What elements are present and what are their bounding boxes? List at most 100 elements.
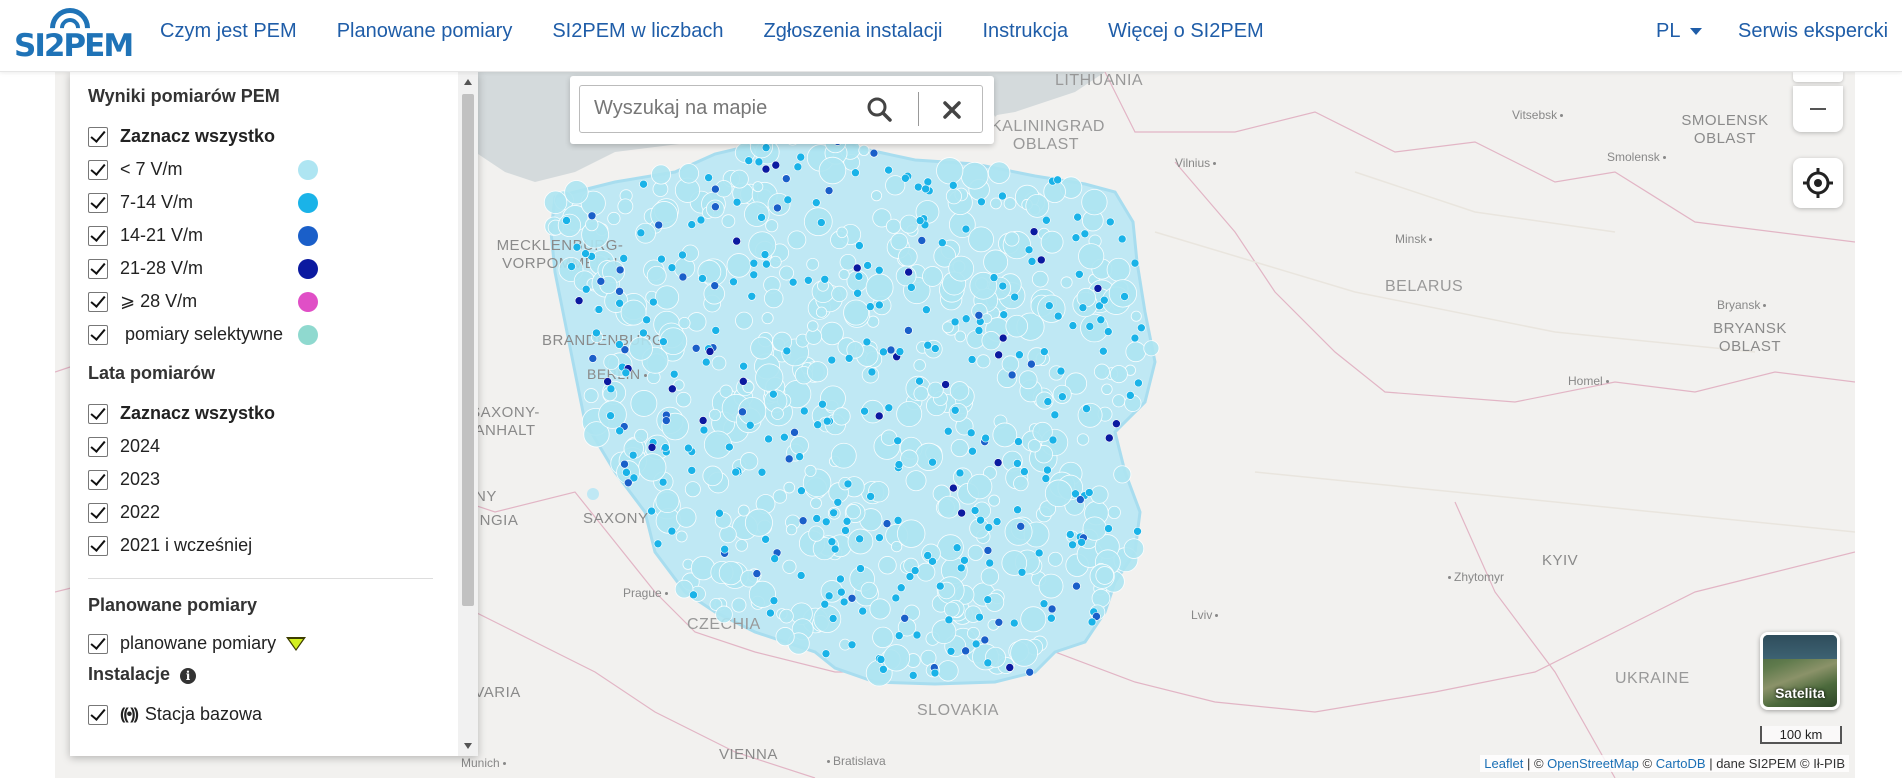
measurement-marker-low[interactable] xyxy=(1091,588,1111,608)
menu-item-wiecej-o-si2pem[interactable]: Więcej o SI2PEM xyxy=(1108,20,1264,43)
measurement-marker-low[interactable] xyxy=(1076,287,1096,308)
measurement-marker-7-14[interactable] xyxy=(1105,217,1115,227)
measurement-marker-low[interactable] xyxy=(684,481,701,498)
measurement-marker-7-14[interactable] xyxy=(915,376,924,386)
measurement-marker-7-14[interactable] xyxy=(1085,322,1095,331)
measurement-marker-7-14[interactable] xyxy=(760,250,770,259)
measurement-marker-low[interactable] xyxy=(1130,310,1142,322)
measurement-marker-7-14[interactable] xyxy=(854,272,864,281)
measurement-marker-7-14[interactable] xyxy=(793,162,803,172)
measurement-marker-7-14[interactable] xyxy=(770,554,779,563)
measurement-marker-7-14[interactable] xyxy=(1041,474,1051,483)
measurement-marker-low[interactable] xyxy=(603,354,620,371)
measurement-marker-7-14[interactable] xyxy=(914,182,923,192)
measurement-marker-7-14[interactable] xyxy=(879,347,888,357)
scroll-thumb[interactable] xyxy=(462,94,474,606)
measurement-marker-7-14[interactable] xyxy=(981,433,990,443)
sidebar-scrollbar[interactable] xyxy=(458,72,478,756)
measurement-marker-low[interactable] xyxy=(678,316,691,330)
measurement-marker-7-14[interactable] xyxy=(592,328,601,338)
checkbox-checked-icon[interactable] xyxy=(88,704,108,725)
measurement-marker-7-14[interactable] xyxy=(581,249,590,258)
measurement-marker-low[interactable] xyxy=(1005,314,1029,338)
measurement-marker-14-21[interactable] xyxy=(1025,667,1035,677)
measurement-marker-7-14[interactable] xyxy=(606,384,616,394)
measurement-marker-low[interactable] xyxy=(980,567,999,586)
measurement-marker-7-14[interactable] xyxy=(636,228,646,238)
measurement-marker-7-14[interactable] xyxy=(1014,437,1023,446)
measurement-marker-low[interactable] xyxy=(1143,340,1160,357)
measurement-marker-low[interactable] xyxy=(966,473,993,500)
measurement-marker-7-14[interactable] xyxy=(827,355,837,365)
measurement-marker-14-21[interactable] xyxy=(1016,522,1026,531)
measurement-marker-low[interactable] xyxy=(708,408,722,421)
measurement-marker-7-14[interactable] xyxy=(921,184,930,194)
measurement-marker-low[interactable] xyxy=(1090,485,1109,504)
measurement-marker-7-14[interactable] xyxy=(796,152,806,162)
measurement-marker-low[interactable] xyxy=(954,330,967,343)
measurement-marker-7-14[interactable] xyxy=(1104,524,1113,533)
measurement-marker-14-21[interactable] xyxy=(654,220,663,230)
measurement-marker-7-14[interactable] xyxy=(766,608,775,618)
measurement-marker-low[interactable] xyxy=(807,320,819,332)
measurement-marker-7-14[interactable] xyxy=(647,506,656,516)
measurement-marker-low[interactable] xyxy=(718,560,744,586)
scroll-up-arrow-icon[interactable] xyxy=(464,79,472,85)
checkbox-checked-icon[interactable] xyxy=(88,225,108,246)
measurement-marker-low[interactable] xyxy=(1010,638,1039,667)
measurement-marker-7-14[interactable] xyxy=(968,446,977,456)
measurement-marker-7-14[interactable] xyxy=(999,310,1009,319)
measurement-marker-7-14[interactable] xyxy=(619,254,629,263)
measurement-marker-7-14[interactable] xyxy=(866,492,875,501)
measurement-marker-21-28[interactable] xyxy=(874,411,884,421)
measurement-marker-7-14[interactable] xyxy=(966,428,976,438)
measurement-marker-7-14[interactable] xyxy=(1017,567,1027,577)
measurement-marker-low[interactable] xyxy=(730,169,749,189)
measurement-marker-21-28[interactable] xyxy=(949,483,958,493)
osm-link[interactable]: OpenStreetMap xyxy=(1547,756,1639,771)
measurement-marker-7-14[interactable] xyxy=(1020,467,1029,476)
measurement-marker-low[interactable] xyxy=(987,161,1011,184)
measurement-marker-low[interactable] xyxy=(945,188,962,205)
measurement-marker-low[interactable] xyxy=(916,562,936,582)
menu-item-planowane-pomiary[interactable]: Planowane pomiary xyxy=(337,20,513,43)
measurement-marker-7-14[interactable] xyxy=(855,241,864,250)
measurement-marker-low[interactable] xyxy=(1109,365,1128,384)
measurement-marker-low[interactable] xyxy=(772,489,788,504)
measurement-marker-21-28[interactable] xyxy=(1093,284,1103,293)
measurement-marker-low[interactable] xyxy=(755,363,784,392)
measurement-marker-7-14[interactable] xyxy=(1137,323,1146,333)
measurement-marker-low[interactable] xyxy=(715,605,733,624)
measurement-marker-low[interactable] xyxy=(810,497,822,510)
measurement-marker-7-14[interactable] xyxy=(739,361,748,371)
measurement-marker-low[interactable] xyxy=(617,198,634,215)
measurement-marker-7-14[interactable] xyxy=(1053,175,1062,185)
measurement-marker-7-14[interactable] xyxy=(689,590,698,600)
measurement-marker-7-14[interactable] xyxy=(866,302,875,311)
measurement-marker-low[interactable] xyxy=(564,180,589,205)
expert-service-link[interactable]: Serwis ekspercki xyxy=(1738,20,1888,43)
measurement-marker-low[interactable] xyxy=(628,336,653,361)
measurement-marker-7-14[interactable] xyxy=(830,544,840,554)
measurement-marker-7-14[interactable] xyxy=(915,216,925,225)
measurement-marker-low[interactable] xyxy=(744,508,773,537)
measurement-marker-21-28[interactable] xyxy=(941,380,950,389)
measurement-marker-7-14[interactable] xyxy=(687,466,697,475)
measurement-marker-7-14[interactable] xyxy=(839,597,849,607)
measurement-marker-14-21[interactable] xyxy=(980,635,990,645)
checkbox-checked-icon[interactable] xyxy=(88,535,108,556)
measurement-marker-7-14[interactable] xyxy=(824,591,834,601)
measurement-marker-low[interactable] xyxy=(1113,465,1132,484)
measurement-marker-7-14[interactable] xyxy=(804,275,813,285)
measurement-marker-7-14[interactable] xyxy=(891,593,901,603)
measurement-marker-7-14[interactable] xyxy=(952,543,962,553)
measurement-marker-low[interactable] xyxy=(1078,243,1105,270)
measurement-marker-14-21[interactable] xyxy=(588,354,598,363)
measurement-marker-7-14[interactable] xyxy=(875,533,884,542)
measurement-marker-7-14[interactable] xyxy=(847,640,857,650)
info-icon[interactable]: i xyxy=(180,668,197,684)
measurement-marker-low[interactable] xyxy=(585,217,599,232)
measurement-marker-21-28[interactable] xyxy=(705,347,715,356)
measurement-marker-low[interactable] xyxy=(761,312,774,325)
measurement-marker-14-21[interactable] xyxy=(824,186,834,195)
